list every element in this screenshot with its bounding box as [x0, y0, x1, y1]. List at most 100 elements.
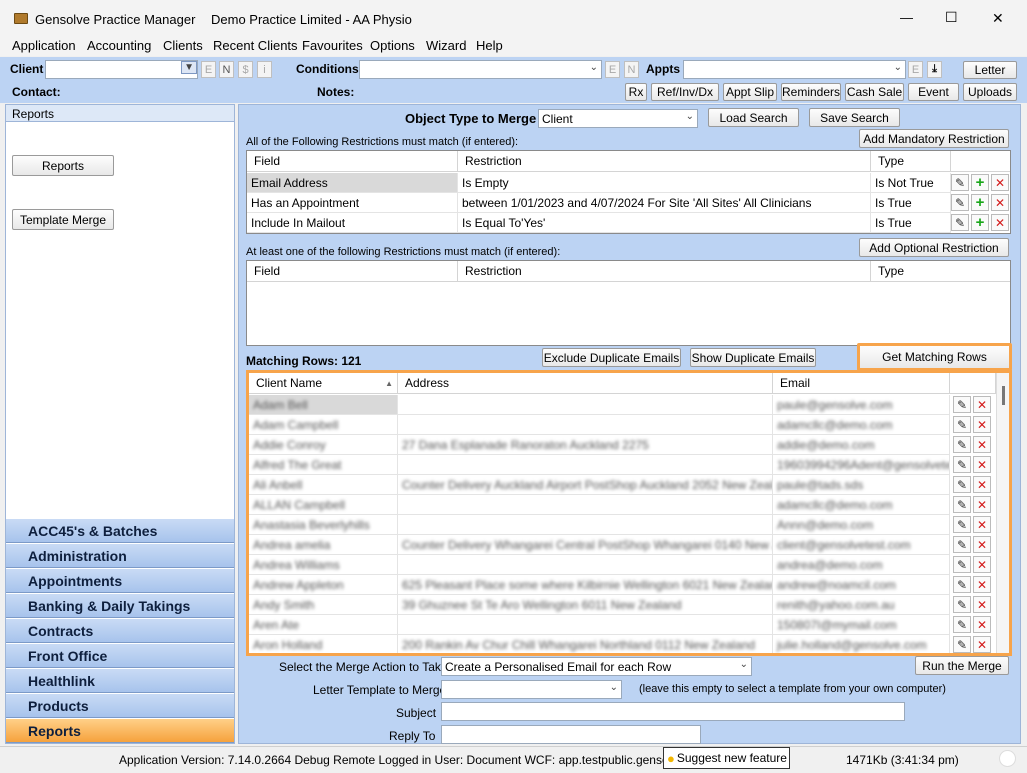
plus-icon[interactable]: +	[971, 214, 989, 231]
add-optional-button[interactable]: Add Optional Restriction	[859, 238, 1009, 257]
delete-icon[interactable]: ✕	[973, 496, 991, 513]
mini-n-button[interactable]: N	[219, 61, 234, 78]
conditions-combo[interactable]: ⌄	[359, 60, 602, 79]
merge-action-combo[interactable]: Create a Personalised Email for each Row…	[441, 657, 752, 676]
menu-clients[interactable]: Clients	[163, 38, 203, 53]
nav-acc45[interactable]: ACC45's & Batches	[6, 519, 234, 543]
delete-icon[interactable]: ✕	[973, 476, 991, 493]
mini-e-button[interactable]: E	[201, 61, 216, 78]
subject-input[interactable]	[441, 702, 905, 721]
scrollbar-thumb[interactable]	[1002, 386, 1005, 405]
nav-front-office[interactable]: Front Office	[6, 644, 234, 668]
add-mandatory-button[interactable]: Add Mandatory Restriction	[859, 129, 1009, 148]
menu-accounting[interactable]: Accounting	[87, 38, 151, 53]
menu-wizard[interactable]: Wizard	[426, 38, 466, 53]
appt-slip-button[interactable]: Appt Slip	[723, 83, 777, 101]
delete-icon[interactable]: ✕	[991, 214, 1009, 231]
ref-inv-dx-button[interactable]: Ref/Inv/Dx	[651, 83, 719, 101]
col-client-name[interactable]: Client Name ▲	[249, 373, 398, 394]
delete-icon[interactable]: ✕	[973, 576, 991, 593]
delete-icon[interactable]: ✕	[973, 436, 991, 453]
pencil-icon[interactable]: ✎	[953, 476, 971, 493]
reminders-button[interactable]: Reminders	[781, 83, 841, 101]
delete-icon[interactable]: ✕	[973, 636, 991, 653]
run-merge-button[interactable]: Run the Merge	[915, 656, 1009, 675]
menu-recent-clients[interactable]: Recent Clients	[213, 38, 298, 53]
delete-icon[interactable]: ✕	[973, 556, 991, 573]
pencil-icon[interactable]: ✎	[953, 616, 971, 633]
menu-favourites[interactable]: Favourites	[302, 38, 363, 53]
cell-address	[398, 555, 773, 575]
menu-options[interactable]: Options	[370, 38, 415, 53]
minimize-button[interactable]: —	[900, 10, 913, 25]
pencil-icon[interactable]: ✎	[953, 536, 971, 553]
get-matching-rows-button[interactable]: Get Matching Rows	[857, 343, 1012, 371]
maximize-button[interactable]: ☐	[945, 9, 958, 26]
reports-button[interactable]: Reports	[12, 155, 114, 176]
letter-button[interactable]: Letter	[963, 61, 1017, 79]
pencil-icon[interactable]: ✎	[953, 556, 971, 573]
cell-email: paule@gensolve.com	[773, 395, 950, 415]
template-merge-button[interactable]: Template Merge	[12, 209, 114, 230]
cash-sale-button[interactable]: Cash Sale	[845, 83, 904, 101]
delete-icon[interactable]: ✕	[991, 194, 1009, 211]
delete-icon[interactable]: ✕	[973, 456, 991, 473]
menu-application[interactable]: Application	[12, 38, 76, 53]
nav-banking[interactable]: Banking & Daily Takings	[6, 594, 234, 618]
delete-icon[interactable]: ✕	[973, 596, 991, 613]
delete-icon[interactable]: ✕	[973, 396, 991, 413]
delete-icon[interactable]: ✕	[973, 416, 991, 433]
pencil-icon[interactable]: ✎	[953, 516, 971, 533]
nav-appointments[interactable]: Appointments	[6, 569, 234, 593]
save-search-button[interactable]: Save Search	[809, 108, 900, 127]
appts-e-button[interactable]: E	[908, 61, 923, 78]
conditions-n-button[interactable]: N	[624, 61, 639, 78]
pencil-icon[interactable]: ✎	[953, 596, 971, 613]
nav-administration[interactable]: Administration	[6, 544, 234, 568]
uploads-button[interactable]: Uploads	[963, 83, 1017, 101]
pencil-icon[interactable]: ✎	[953, 636, 971, 653]
scrollbar[interactable]	[996, 373, 1009, 653]
appts-combo[interactable]: ⌄	[683, 60, 906, 79]
pencil-icon[interactable]: ✎	[953, 396, 971, 413]
nav-reports[interactable]: Reports	[6, 719, 234, 743]
pencil-icon[interactable]: ✎	[951, 174, 969, 191]
delete-icon[interactable]: ✕	[991, 174, 1009, 191]
cell-email: 19603994296Adent@gensolvete...	[773, 455, 950, 475]
exclude-duplicates-button[interactable]: Exclude Duplicate Emails	[542, 348, 681, 367]
reply-to-input[interactable]	[441, 725, 701, 744]
suggest-feature-button[interactable]: ● Suggest new feature	[663, 747, 790, 769]
menu-help[interactable]: Help	[476, 38, 503, 53]
show-duplicates-button[interactable]: Show Duplicate Emails	[690, 348, 816, 367]
pencil-icon[interactable]: ✎	[953, 436, 971, 453]
conditions-e-button[interactable]: E	[605, 61, 620, 78]
pencil-icon[interactable]: ✎	[951, 194, 969, 211]
nav-contracts[interactable]: Contracts	[6, 619, 234, 643]
cell-address: 39 Ghuznee St Te Aro Wellington 6011 New…	[398, 595, 773, 615]
delete-icon[interactable]: ✕	[973, 516, 991, 533]
plus-icon[interactable]: +	[971, 174, 989, 191]
letter-template-combo[interactable]: ⌄	[441, 680, 622, 699]
nav-healthlink[interactable]: Healthlink	[6, 669, 234, 693]
cell-address	[398, 515, 773, 535]
event-button[interactable]: Event	[908, 83, 959, 101]
mini-dollar-button[interactable]: $	[238, 61, 253, 78]
cell-email: andrea@demo.com	[773, 555, 950, 575]
pencil-icon[interactable]: ✎	[953, 496, 971, 513]
delete-icon[interactable]: ✕	[973, 536, 991, 553]
plus-icon[interactable]: +	[971, 194, 989, 211]
download-icon[interactable]: ⤓	[927, 61, 942, 78]
object-type-combo[interactable]: Client ⌄	[538, 109, 698, 128]
client-combo[interactable]: ▼	[45, 60, 198, 79]
mini-info-button[interactable]: i	[257, 61, 272, 78]
delete-icon[interactable]: ✕	[973, 616, 991, 633]
pencil-icon[interactable]: ✎	[953, 416, 971, 433]
pencil-icon[interactable]: ✎	[953, 456, 971, 473]
optional-text: At least one of the following Restrictio…	[246, 246, 561, 258]
nav-products[interactable]: Products	[6, 694, 234, 718]
rx-button[interactable]: Rx	[625, 83, 647, 101]
pencil-icon[interactable]: ✎	[953, 576, 971, 593]
pencil-icon[interactable]: ✎	[951, 214, 969, 231]
load-search-button[interactable]: Load Search	[708, 108, 799, 127]
close-button[interactable]: ✕	[992, 10, 1004, 27]
